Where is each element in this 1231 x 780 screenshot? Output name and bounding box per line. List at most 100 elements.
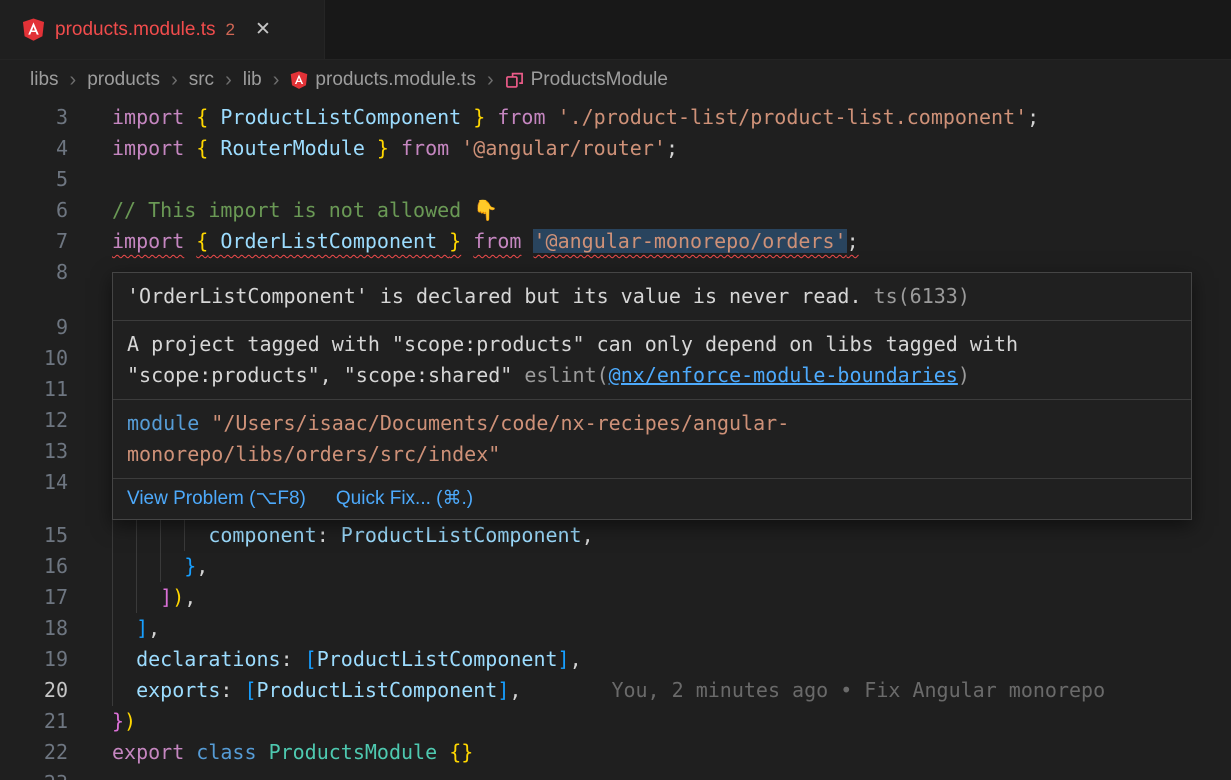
code-line-19[interactable]: 19 declarations: [ProductListComponent], xyxy=(0,644,1231,675)
line-content: ]), xyxy=(112,582,196,613)
code-line-22[interactable]: 22export class ProductsModule {} xyxy=(0,737,1231,768)
indent-guide xyxy=(112,582,136,613)
code-token: [ xyxy=(244,678,256,702)
code-token: { xyxy=(196,229,208,253)
code-token: from xyxy=(401,136,449,160)
code-token: : xyxy=(220,678,244,702)
code-token xyxy=(389,136,401,160)
line-number: 20 xyxy=(0,675,68,706)
eslint-source-suffix: ) xyxy=(958,363,970,387)
code-token: ] xyxy=(160,585,172,609)
line-content: // This import is not allowed 👇 xyxy=(112,195,498,226)
eslint-error-text-line2: "scope:products", "scope:shared" xyxy=(127,363,524,387)
quick-fix-button[interactable]: Quick Fix... (⌘.) xyxy=(336,487,473,511)
indent-guide xyxy=(136,582,160,613)
code-token: , xyxy=(509,678,521,702)
breadcrumb-label: libs xyxy=(30,69,59,91)
code-line-3[interactable]: 3import { ProductListComponent } from '.… xyxy=(0,102,1231,133)
line-number: 8 xyxy=(0,257,68,288)
code-token: , xyxy=(196,554,208,578)
code-token xyxy=(521,229,533,253)
breadcrumb-item-products[interactable]: products xyxy=(87,69,160,91)
code-line-20[interactable]: 20exports: [ProductListComponent],You, 2… xyxy=(0,675,1231,706)
code-token: } xyxy=(473,105,485,129)
code-token: import xyxy=(112,229,184,253)
line-content: declarations: [ProductListComponent], xyxy=(112,644,582,675)
code-line-6[interactable]: 6 // This import is not allowed 👇 xyxy=(0,195,1231,226)
code-line-17[interactable]: 17]), xyxy=(0,582,1231,613)
eslint-rule-link[interactable]: @nx/enforce-module-boundaries xyxy=(609,363,958,387)
code-line-4[interactable]: 4import { RouterModule } from '@angular/… xyxy=(0,133,1231,164)
breadcrumb-item-products-module-ts[interactable]: products.module.ts xyxy=(290,69,476,91)
code-token: ] xyxy=(558,647,570,671)
indent-guide xyxy=(160,520,184,551)
tab-products-module-ts[interactable]: products.module.ts 2 ✕ xyxy=(0,0,325,59)
line-number: 22 xyxy=(0,737,68,768)
code-token: ProductListComponent xyxy=(208,105,473,129)
view-problem-button[interactable]: View Problem (⌥F8) xyxy=(127,487,306,511)
code-token: ; xyxy=(847,229,859,253)
code-token: export xyxy=(112,740,184,764)
line-number: 18 xyxy=(0,613,68,644)
line-number: 19 xyxy=(0,644,68,675)
breadcrumb-item-productsmodule[interactable]: ProductsModule xyxy=(505,69,668,91)
code-token: './product-list/product-list.component' xyxy=(558,105,1028,129)
tab-bar: products.module.ts 2 ✕ xyxy=(0,0,1231,60)
code-line-16[interactable]: 16}, xyxy=(0,551,1231,582)
line-content: ], xyxy=(112,613,160,644)
code-token: ; xyxy=(1027,105,1039,129)
line-content: }, xyxy=(112,551,208,582)
code-token: } xyxy=(377,136,389,160)
code-token: } xyxy=(184,554,196,578)
code-token: // This import is not allowed xyxy=(112,198,473,222)
breadcrumb-item-src[interactable]: src xyxy=(189,69,214,91)
code-line-21[interactable]: 21}) xyxy=(0,706,1231,737)
eslint-error-text-line1: A project tagged with "scope:products" c… xyxy=(127,332,1018,356)
code-token: declarations xyxy=(136,647,281,671)
code-token xyxy=(546,105,558,129)
code-token: ProductListComponent xyxy=(341,523,582,547)
code-token: ; xyxy=(666,136,678,160)
code-token: component xyxy=(208,523,316,547)
code-token: from xyxy=(473,229,521,253)
line-number: 15 xyxy=(0,520,68,551)
code-line-5[interactable]: 5 xyxy=(0,164,1231,195)
line-number: 17 xyxy=(0,582,68,613)
code-token: RouterModule xyxy=(208,136,377,160)
code-line-15[interactable]: 15 component: ProductListComponent, xyxy=(0,520,1231,551)
code-token: '@angular-monorepo/orders' xyxy=(533,229,846,253)
breadcrumb-item-libs[interactable]: libs xyxy=(30,69,59,91)
breadcrumb-separator: › xyxy=(70,69,77,92)
breadcrumb-item-lib[interactable]: lib xyxy=(243,69,262,91)
code-lines-top: 3import { ProductListComponent } from '.… xyxy=(0,102,1231,288)
code-token: } xyxy=(449,229,461,253)
code-line-18[interactable]: 18], xyxy=(0,613,1231,644)
code-token: , xyxy=(148,616,160,640)
code-token: ] xyxy=(497,678,509,702)
code-line-7[interactable]: 7import { OrderListComponent } from '@an… xyxy=(0,226,1231,257)
line-number: 13 xyxy=(0,436,68,467)
code-token xyxy=(184,740,196,764)
breadcrumb-separator: › xyxy=(487,69,494,92)
code-token xyxy=(184,136,196,160)
code-token: exports xyxy=(136,678,220,702)
line-content: import { ProductListComponent } from './… xyxy=(112,102,1039,133)
code-token: { xyxy=(196,105,208,129)
code-token: ) xyxy=(124,709,136,733)
indent-guide xyxy=(112,613,136,644)
code-token: , xyxy=(582,523,594,547)
ts-error-code: ts(6133) xyxy=(862,284,970,308)
breadcrumb-separator: › xyxy=(273,69,280,92)
code-token: '@angular/router' xyxy=(461,136,666,160)
line-content: component: ProductListComponent, xyxy=(112,520,594,551)
popup-row: 91011121314 'OrderListComponent' is decl… xyxy=(0,288,1231,520)
hover-actions: View Problem (⌥F8) Quick Fix... (⌘.) xyxy=(113,479,1191,519)
code-line-23[interactable]: 23 xyxy=(0,768,1231,780)
line-number: 6 xyxy=(0,195,68,226)
close-icon[interactable]: ✕ xyxy=(255,18,271,41)
module-keyword: module xyxy=(127,411,199,435)
module-path-line1: "/Users/isaac/Documents/code/nx-recipes/… xyxy=(199,411,789,435)
code-token: 👇 xyxy=(473,198,498,222)
code-token xyxy=(184,105,196,129)
code-token: ] xyxy=(136,616,148,640)
